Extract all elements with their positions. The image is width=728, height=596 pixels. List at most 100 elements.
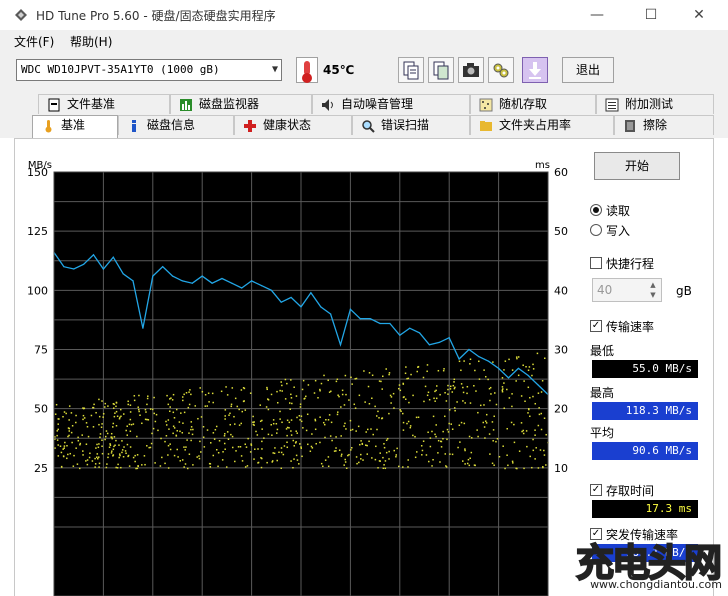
access-time-point [175, 434, 177, 437]
access-time-point [432, 415, 435, 418]
access-time-point [322, 421, 325, 424]
access-time-point [137, 406, 139, 408]
minimize-button[interactable]: — [574, 0, 620, 30]
access-time-point [298, 414, 301, 417]
access-time-point [261, 440, 263, 443]
access-time-point [243, 387, 246, 390]
access-time-point [516, 357, 518, 360]
access-time-point [375, 415, 378, 417]
transfer-rate-point [221, 277, 223, 280]
access-time-point [254, 448, 256, 450]
tab-disk-info[interactable]: 磁盘信息 [118, 115, 234, 135]
access-time-point [491, 462, 494, 465]
access-time-point [389, 394, 392, 397]
access-time-point [63, 411, 66, 413]
access-time-point [366, 444, 368, 447]
access-time-point [109, 444, 112, 447]
tab-file-benchmark[interactable]: 文件基准 [38, 94, 170, 114]
access-time-point [67, 427, 70, 429]
access-time-point [301, 388, 304, 391]
copy-screen-button[interactable] [428, 57, 454, 83]
access-time-point [534, 458, 536, 460]
access-time-point [293, 445, 295, 447]
transfer-rate-point [488, 360, 490, 362]
access-time-point [183, 466, 185, 468]
right-axis-unit: ms [535, 160, 550, 171]
access-time-point [96, 443, 98, 446]
access-time-point [435, 435, 437, 438]
access-time-point [276, 390, 278, 393]
transfer-rate-checkbox[interactable]: ✓ [590, 320, 602, 332]
access-time-point [149, 408, 152, 410]
access-time-point [231, 446, 234, 449]
access-time-point [288, 427, 290, 429]
screenshot-button[interactable] [458, 57, 484, 83]
access-time-point [121, 449, 124, 451]
tab-health[interactable]: 健康状态 [234, 115, 352, 135]
access-time-point [476, 429, 478, 431]
access-time-point [491, 421, 494, 423]
tab-folder-usage[interactable]: 文件夹占用率 [470, 115, 614, 135]
access-time-point [272, 422, 275, 425]
access-time-point [492, 429, 495, 431]
access-time-checkbox[interactable]: ✓ [590, 484, 602, 496]
transfer-rate-point [507, 377, 510, 379]
access-time-point [310, 445, 313, 448]
transfer-rate-point [389, 322, 391, 325]
access-time-point [226, 431, 229, 433]
access-time-point [127, 403, 129, 406]
access-time-point [350, 449, 352, 451]
access-time-point [453, 387, 456, 390]
access-time-point [299, 419, 301, 421]
menu-file[interactable]: 文件(F) [14, 33, 54, 50]
short-stroke-stepper[interactable]: 40 ▲ ▼ [592, 278, 662, 302]
access-time-point [457, 446, 459, 449]
access-time-point [242, 400, 245, 403]
access-time-point [540, 428, 543, 431]
min-label: 最低 [590, 344, 615, 358]
access-time-point [125, 429, 127, 432]
stepper-up-icon[interactable]: ▲ [646, 280, 660, 290]
drive-select[interactable]: WDC WD10JPVT-35A1YT0 (1000 gB) ▼ [16, 59, 282, 81]
access-time-point [175, 408, 178, 411]
write-radio[interactable] [590, 224, 602, 236]
tab-random-access[interactable]: 随机存取 [470, 94, 596, 114]
options-button[interactable] [488, 57, 514, 83]
access-time-point [506, 388, 508, 391]
maximize-button[interactable]: ☐ [628, 0, 674, 30]
access-time-point [111, 437, 113, 440]
stepper-down-icon[interactable]: ▼ [646, 290, 660, 300]
tab-noise-management[interactable]: 自动噪音管理 [312, 94, 470, 114]
access-time-point [198, 457, 201, 460]
access-time-point [105, 466, 108, 469]
read-radio[interactable] [590, 204, 602, 216]
access-time-point [197, 417, 199, 420]
access-time-point [104, 406, 106, 408]
magnifier-icon [362, 120, 375, 133]
access-time-point [404, 398, 407, 400]
access-time-point [70, 431, 73, 434]
access-time-point [370, 428, 372, 430]
tab-disk-monitor[interactable]: 磁盘监视器 [170, 94, 312, 114]
short-stroke-checkbox[interactable] [590, 257, 602, 269]
menu-help[interactable]: 帮助(H) [70, 33, 112, 50]
access-time-point [527, 369, 530, 372]
close-button[interactable]: ✕ [676, 0, 722, 30]
access-time-point [538, 413, 541, 416]
access-time-point [224, 433, 226, 435]
exit-button[interactable]: 退出 [562, 57, 614, 83]
access-time-point [489, 399, 491, 402]
tab-extra-tests[interactable]: 附加测试 [596, 94, 714, 114]
access-time-point [112, 426, 114, 428]
transfer-rate-point [300, 306, 302, 308]
access-time-point [207, 392, 210, 394]
tab-benchmark[interactable]: 基准 [32, 115, 118, 138]
speaker-icon [322, 99, 333, 111]
tab-erase[interactable]: 擦除 [614, 115, 714, 135]
access-time-point [535, 447, 537, 449]
save-button[interactable] [522, 57, 548, 83]
start-button[interactable]: 开始 [594, 152, 680, 180]
tab-error-scan[interactable]: 错误扫描 [352, 115, 470, 135]
access-time-point [76, 463, 79, 465]
copy-text-button[interactable] [398, 57, 424, 83]
